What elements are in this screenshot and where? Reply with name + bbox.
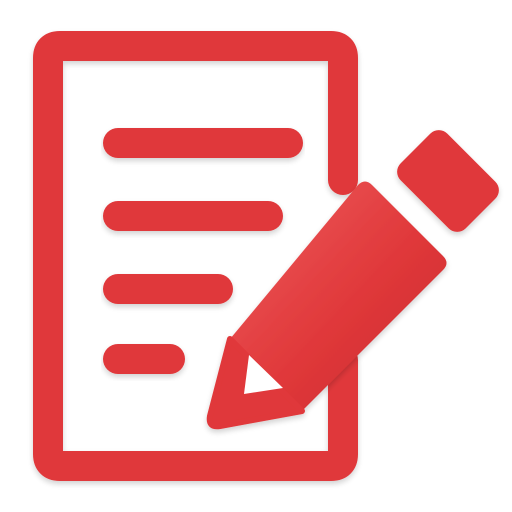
edit-document-icon (33, 31, 499, 481)
icon-canvas (0, 0, 512, 512)
pencil-eraser (397, 130, 499, 232)
